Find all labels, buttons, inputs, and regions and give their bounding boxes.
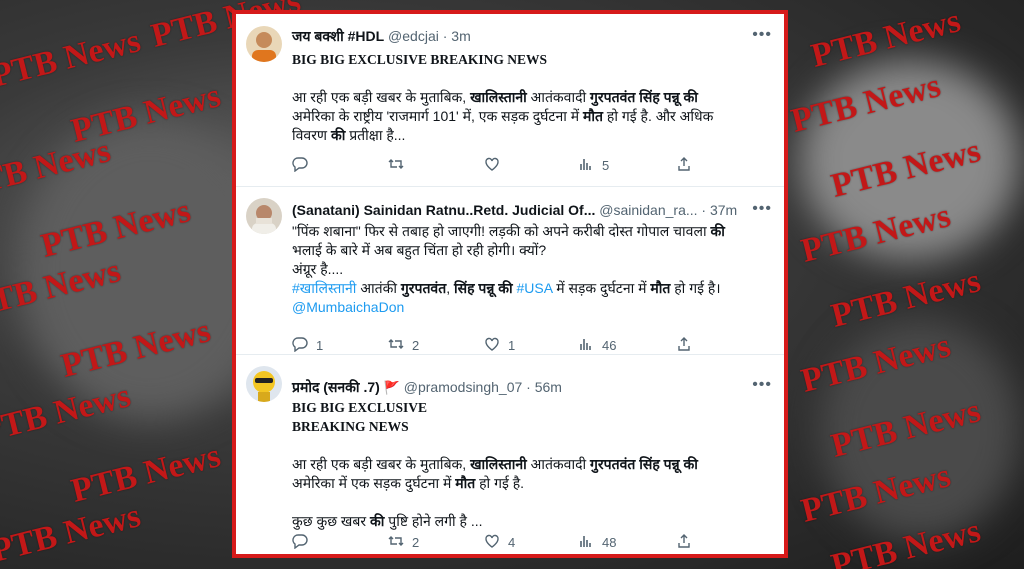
share-icon [676,336,692,355]
share-button[interactable] [676,336,692,355]
more-options-icon[interactable]: ••• [752,200,772,218]
tweet-header: जय बक्शी #HDL @edcjai · 3m [292,27,772,45]
avatar[interactable] [246,198,282,234]
tweet-header: (Sanatani) Sainidan Ratnu..Retd. Judicia… [292,201,772,219]
views-icon [578,156,594,175]
headline: BREAKING NEWS [292,419,409,434]
handle-time[interactable]: @edcjai · 3m [388,28,471,44]
text-line: कुछ कुछ खबर की पुष्टि होने लगी है ... [292,513,483,529]
retweet-icon [388,336,404,355]
tweet-header: प्रमोद (सनकी .7) 🚩 @pramodsingh_07 · 56m [292,378,772,397]
mention-link[interactable]: @MumbaichaDon [292,298,770,317]
tweet-text: BIG BIG EXCLUSIVE BREAKING NEWS आ रही एक… [292,50,770,145]
like-button[interactable] [484,156,508,175]
avatar[interactable] [246,366,282,402]
handle-time[interactable]: @pramodsingh_07 · 56m [404,379,562,395]
reply-icon [292,336,308,355]
background-blur [820,320,1020,540]
views-button[interactable]: 5 [578,156,609,175]
share-icon [676,156,692,175]
reply-icon [292,533,308,552]
watermark: PTB News [67,437,225,510]
views-button[interactable]: 48 [578,533,616,552]
reply-button[interactable] [292,156,316,175]
tweet-text: "पिंक शबाना" फिर से तबाह हो जाएगी! लड़की… [292,222,770,317]
like-button[interactable]: 4 [484,533,515,552]
headline: BIG BIG EXCLUSIVE BREAKING NEWS [292,52,548,67]
headline: BIG BIG EXCLUSIVE [292,400,428,415]
text-line: भलाई के बारे में अब बहुत चिंता हो रही हो… [292,242,547,258]
text-line: अमेरिका में एक सड़क दुर्घटना में मौत हो … [292,475,525,491]
text-line: अमेरिका के राष्ट्रीय 'राजमार्ग 101' में,… [292,108,714,124]
tweet[interactable]: प्रमोद (सनकी .7) 🚩 @pramodsingh_07 · 56m… [236,354,784,554]
action-bar: 1 2 1 46 [292,336,744,356]
retweet-icon [388,156,404,175]
text-line: आ रही एक बड़ी खबर के मुताबिक, खालिस्तानी… [292,456,698,472]
handle-time[interactable]: @sainidan_ra... · 37m [599,202,737,218]
retweet-icon [388,533,404,552]
display-name[interactable]: प्रमोद (सनकी .7) [292,379,380,395]
reply-button[interactable]: 1 [292,336,323,355]
tweet[interactable]: जय बक्शी #HDL @edcjai · 3m ••• BIG BIG E… [236,14,784,187]
watermark: PTB News [0,22,145,95]
hashtag-link[interactable]: #खालिस्तानी [292,280,356,296]
flag-icon: 🚩 [383,380,400,395]
share-button[interactable] [676,533,692,552]
text-line: "पिंक शबाना" फिर से तबाह हो जाएगी! लड़की… [292,223,725,239]
views-button[interactable]: 46 [578,336,616,355]
retweet-button[interactable] [388,156,412,175]
retweet-button[interactable]: 2 [388,336,419,355]
tweet-text: BIG BIG EXCLUSIVE BREAKING NEWS आ रही एक… [292,398,770,531]
share-button[interactable] [676,156,692,175]
heart-icon [484,336,500,355]
heart-icon [484,533,500,552]
like-button[interactable]: 1 [484,336,515,355]
action-bar: 5 [292,156,744,176]
text-line: आ रही एक बड़ी खबर के मुताबिक, खालिस्तानी… [292,89,698,105]
retweet-button[interactable]: 2 [388,533,419,552]
share-icon [676,533,692,552]
text-line: #खालिस्तानी आतंकी गुरपतवंत, सिंह पन्नू क… [292,280,721,296]
reply-button[interactable] [292,533,316,552]
more-options-icon[interactable]: ••• [752,26,772,44]
reply-icon [292,156,308,175]
tweet[interactable]: (Sanatani) Sainidan Ratnu..Retd. Judicia… [236,186,784,355]
avatar[interactable] [246,26,282,62]
text-line: विवरण की प्रतीक्षा है... [292,127,406,143]
hashtag-link[interactable]: #USA [517,280,553,296]
background-blur [800,60,1020,260]
views-icon [578,533,594,552]
views-icon [578,336,594,355]
more-options-icon[interactable]: ••• [752,376,772,394]
text-line: अंग्रूर है.... [292,261,344,277]
display-name[interactable]: (Sanatani) Sainidan Ratnu..Retd. Judicia… [292,202,595,218]
action-bar: 2 4 48 [292,533,744,553]
tweet-list-card: जय बक्शी #HDL @edcjai · 3m ••• BIG BIG E… [232,10,788,558]
watermark: PTB News [0,497,145,569]
display-name[interactable]: जय बक्शी #HDL [292,28,384,44]
heart-icon [484,156,500,175]
